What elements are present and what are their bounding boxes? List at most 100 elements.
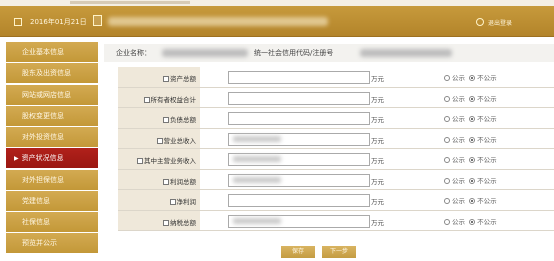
private-label: 不公示 [477,176,497,185]
blurred-credit-value [360,49,452,57]
visibility-radios: 公示 不公示 [444,113,497,123]
amount-input[interactable] [228,112,370,125]
visibility-radios: 公示 不公示 [444,72,497,82]
sidebar-item-label: 股东及出资信息 [22,69,71,78]
public-label: 公示 [452,217,465,226]
table-row: 资产总额 万元 公示 不公示 [118,67,554,88]
amount-input[interactable] [228,71,370,84]
sidebar-item-equity-change[interactable]: 股权变更信息 [6,105,98,126]
row-label-cell: 净利润 [118,190,200,210]
public-radio[interactable] [444,198,450,204]
row-label: 其中主营业务收入 [144,157,196,165]
arrow-right-icon: ▶ [14,155,19,163]
row-label-cell: 利润总额 [118,169,200,189]
private-radio[interactable] [469,116,476,122]
row-label-cell: 所有者权益合计 [118,87,200,107]
sidebar-item-assets[interactable]: ▶ 资产状况信息 [6,148,98,169]
next-button[interactable]: 下一步 [322,246,356,258]
sidebar-item-social-security[interactable]: 社保信息 [6,212,98,232]
row-checkbox[interactable] [169,199,176,205]
row-checkbox[interactable] [137,158,143,164]
visibility-radios: 公示 不公示 [444,195,497,205]
sidebar-item-guarantee[interactable]: 对外担保信息 [6,169,98,190]
sidebar-item-label: 对外担保信息 [22,175,64,184]
amount-input[interactable] [228,91,370,105]
row-label-cell: 纳税总额 [118,210,200,230]
table-row: 营业总收入 万元 公示 不公示 [118,128,554,149]
row-checkbox[interactable] [163,219,169,226]
table-row: 净利润 万元 公示 不公示 [118,190,554,211]
table-row: 利润总额 万元 公示 不公示 [118,169,554,190]
private-label: 不公示 [477,115,497,123]
public-radio[interactable] [444,177,450,184]
unit-label: 万元 [371,116,384,124]
amount-input[interactable] [228,173,370,187]
public-radio[interactable] [444,75,450,81]
private-label: 不公示 [477,135,497,144]
row-checkbox[interactable] [163,76,169,82]
row-label: 所有者权益合计 [150,95,197,104]
amount-input[interactable] [228,214,370,228]
public-label: 公示 [452,197,465,205]
sidebar-item-label: 股权变更信息 [22,111,64,120]
private-radio[interactable] [469,75,476,81]
private-radio[interactable] [469,95,476,102]
public-label: 公示 [452,176,465,185]
save-button[interactable]: 保存 [281,246,315,258]
table-row: 纳税总额 万元 公示 不公示 [118,210,554,231]
header-date: 2016年01月21日 [30,18,87,26]
row-checkbox[interactable] [143,96,150,103]
table-row: 所有者权益合计 万元 公示 不公示 [118,87,554,108]
private-label: 不公示 [477,94,497,103]
blurred-value [233,156,281,162]
sidebar-item-investment[interactable]: 对外投资信息 [6,127,98,147]
company-info-bar: 企业名称： 统一社会信用代码/注册号 [104,44,554,62]
row-label: 净利润 [176,198,197,206]
row-label: 营业总收入 [163,136,197,145]
row-checkbox[interactable] [163,117,169,123]
public-radio[interactable] [444,95,450,102]
unit-label: 万元 [371,198,384,206]
private-label: 不公示 [477,156,497,164]
sidebar-item-shareholders[interactable]: 股东及出资信息 [6,63,98,84]
private-radio[interactable] [469,218,476,225]
row-label: 资产总额 [170,75,196,83]
row-checkbox[interactable] [156,137,163,144]
sidebar-item-label: 党建信息 [22,196,50,205]
asset-form-table: 资产总额 万元 公示 不公示 所有者权益合计 万元 公示 不公示 负债总额 万元… [118,67,554,231]
sidebar-item-party[interactable]: 党建信息 [6,190,98,211]
credit-code-label: 统一社会信用代码/注册号 [254,49,334,57]
exit-link[interactable]: 退出登录 [488,18,512,27]
sidebar-item-website[interactable]: 网站或网店信息 [6,84,98,105]
unit-label: 万元 [371,95,384,104]
unit-label: 万元 [371,157,384,165]
public-radio[interactable] [444,157,450,163]
calendar-icon [14,18,22,26]
amount-input[interactable] [228,132,370,146]
amount-input[interactable] [228,194,370,207]
sidebar-item-label: 网站或网店信息 [22,90,71,99]
unit-label: 万元 [371,177,384,186]
visibility-radios: 公示 不公示 [444,216,497,226]
row-label-cell: 营业总收入 [118,128,200,148]
public-radio[interactable] [444,116,450,122]
unit-label: 万元 [371,218,384,227]
row-label-cell: 负债总额 [118,108,200,128]
private-radio[interactable] [469,136,476,143]
public-label: 公示 [452,156,465,164]
blurred-value [233,135,281,142]
private-radio[interactable] [469,198,476,204]
amount-input[interactable] [228,153,370,166]
exit-icon[interactable] [476,18,484,26]
private-radio[interactable] [469,157,476,163]
sidebar-item-basic-info[interactable]: 企业基本信息 [6,42,98,62]
public-radio[interactable] [444,218,450,225]
private-radio[interactable] [469,177,476,184]
table-row: 负债总额 万元 公示 不公示 [118,108,554,129]
sidebar-item-label: 社保信息 [22,218,50,226]
row-checkbox[interactable] [163,178,169,185]
unit-label: 万元 [371,136,384,145]
private-label: 不公示 [477,217,497,226]
sidebar-item-preview[interactable]: 预览并公示 [6,233,98,254]
public-radio[interactable] [444,136,450,143]
